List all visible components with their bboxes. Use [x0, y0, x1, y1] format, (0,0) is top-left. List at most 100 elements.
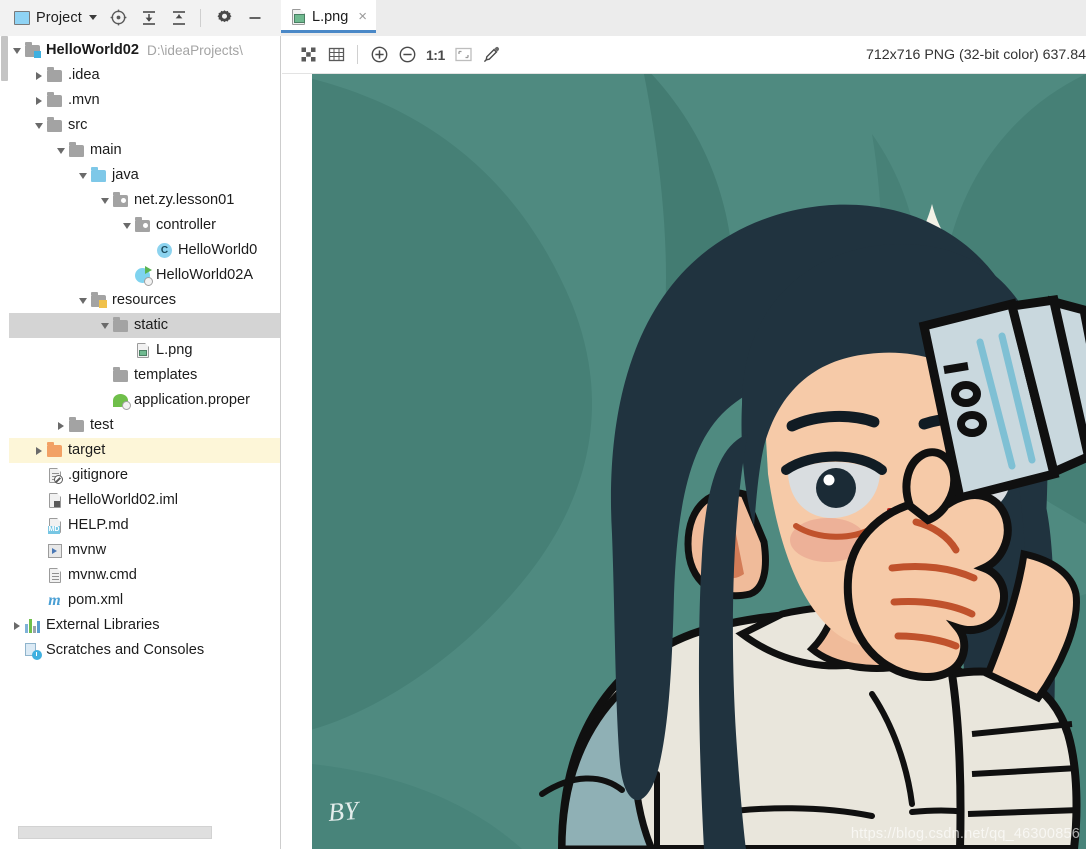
image-canvas[interactable]: BY https://blog.csdn.net/qq_46300856 [312, 74, 1086, 849]
fit-to-window-icon[interactable] [450, 41, 478, 69]
tree-node-target[interactable]: target [9, 438, 280, 463]
folder-icon [46, 63, 63, 88]
tree-node-gitignore[interactable]: .gitignore [9, 463, 280, 488]
chevron-right-icon[interactable] [9, 613, 24, 638]
tree-node-pom-xml[interactable]: m pom.xml [9, 588, 280, 613]
tree-node-label: templates [134, 367, 198, 383]
actual-size-icon[interactable]: 1:1 [421, 47, 450, 63]
tree-node-label: mvnw.cmd [68, 567, 137, 583]
project-label: Project [36, 9, 82, 26]
package-icon [112, 188, 129, 213]
tree-node-label: .mvn [68, 92, 100, 108]
scratches-icon [24, 638, 42, 663]
chevron-down-icon[interactable] [75, 288, 90, 313]
tree-node-label: target [68, 442, 106, 458]
tree-node-static[interactable]: static [9, 313, 280, 338]
tree-node-mvnw[interactable]: mvnw [9, 538, 280, 563]
chevron-down-icon[interactable] [97, 188, 112, 213]
project-panel-icon [14, 10, 30, 25]
tree-node-label: HELP.md [68, 517, 129, 533]
tree-node-helloworld02a[interactable]: HelloWorld02A [9, 263, 280, 288]
shell-script-icon [46, 538, 63, 563]
project-view-button[interactable]: Project [10, 6, 101, 30]
tree-node-scratches-and-consoles[interactable]: Scratches and Consoles [9, 638, 280, 663]
tree-node-controller[interactable]: controller [9, 213, 280, 238]
minimize-icon[interactable] [243, 6, 267, 30]
tree-node-l-png[interactable]: L.png [9, 338, 280, 363]
resources-folder-icon [90, 288, 107, 313]
tree-node-label: HelloWorld0 [178, 242, 258, 258]
project-toolbar: Project [0, 0, 281, 36]
folder-icon [112, 313, 129, 338]
toolbar-divider [199, 8, 201, 27]
tree-node-label: .gitignore [68, 467, 129, 483]
close-icon[interactable]: × [358, 9, 367, 24]
tree-node-label: static [134, 317, 169, 333]
pixel-grid-icon[interactable] [322, 41, 350, 69]
tab-label: L.png [312, 8, 349, 25]
folder-icon [112, 363, 129, 388]
project-tree-panel: HelloWorld02 D:\ideaProjects\ .idea .mvn src… [0, 36, 281, 849]
chevron-down-icon[interactable] [88, 15, 97, 20]
folder-icon [68, 413, 85, 438]
expand-all-icon[interactable] [137, 6, 161, 30]
tree-horizontal-scrollbar[interactable] [9, 826, 280, 844]
chevron-right-icon[interactable] [31, 88, 46, 113]
properties-file-icon [112, 388, 131, 413]
zoom-in-icon[interactable] [365, 41, 393, 69]
tree-horizontal-scrollbar-thumb[interactable] [18, 826, 212, 839]
source-folder-icon [90, 163, 107, 188]
text-file-icon [46, 563, 63, 588]
watermark-text: https://blog.csdn.net/qq_46300856 [850, 826, 1080, 842]
artist-signature: BY [326, 795, 360, 828]
zoom-out-icon[interactable] [393, 41, 421, 69]
settings-gear-icon[interactable] [213, 6, 237, 30]
tree-node-resources[interactable]: resources [9, 288, 280, 313]
top-toolbar: Project L.png × [0, 0, 1086, 36]
tree-node-label: Scratches and Consoles [46, 642, 205, 658]
tree-node-label: .idea [68, 67, 100, 83]
tree-node-label: java [112, 167, 139, 183]
markdown-file-icon: MD [46, 513, 63, 538]
tree-node-label: src [68, 117, 88, 133]
tree-node-templates[interactable]: templates [9, 363, 280, 388]
chevron-right-icon[interactable] [53, 413, 68, 438]
tree-node-label: External Libraries [46, 617, 160, 633]
locate-icon[interactable] [107, 6, 131, 30]
tree-node-label: controller [156, 217, 217, 233]
chevron-down-icon[interactable] [53, 138, 68, 163]
tree-node-label: main [90, 142, 122, 158]
tree-vertical-scrollbar-thumb[interactable] [1, 36, 8, 81]
collapse-all-icon[interactable] [167, 6, 191, 30]
tree-node-helloworld0[interactable]: C HelloWorld0 [9, 238, 280, 263]
tree-node-external-libraries[interactable]: External Libraries [9, 613, 280, 638]
chevron-down-icon[interactable] [119, 213, 134, 238]
tree-node-mvnw-cmd[interactable]: mvnw.cmd [9, 563, 280, 588]
image-editor-toolbar: 1:1 712x716 PNG (32-bit color) 637.84 [282, 36, 1086, 74]
tree-node-java[interactable]: java [9, 163, 280, 188]
tree-node-help-md[interactable]: MD HELP.md [9, 513, 280, 538]
tree-node-net-zy-lesson01[interactable]: net.zy.lesson01 [9, 188, 280, 213]
tree-vertical-scrollbar[interactable] [0, 36, 9, 827]
chevron-right-icon[interactable] [31, 63, 46, 88]
color-picker-icon[interactable] [478, 41, 506, 69]
transparency-grid-icon[interactable] [294, 41, 322, 69]
tree-node-test[interactable]: test [9, 413, 280, 438]
tree-node-mvn[interactable]: .mvn [9, 88, 280, 113]
tree-node-helloworld02[interactable]: HelloWorld02 D:\ideaProjects\ [9, 38, 280, 63]
idea-window: Project L.png × HelloWorld02 D:\ideaProj… [0, 0, 1086, 849]
chevron-down-icon[interactable] [31, 113, 46, 138]
tree-node-label: net.zy.lesson01 [134, 192, 235, 208]
chevron-down-icon[interactable] [97, 313, 112, 338]
tree-node-idea[interactable]: .idea [9, 63, 280, 88]
chevron-down-icon[interactable] [9, 38, 24, 63]
tree-node-helloworld02-iml[interactable]: HelloWorld02.iml [9, 488, 280, 513]
tree-node-application-proper[interactable]: application.proper [9, 388, 280, 413]
chevron-down-icon[interactable] [75, 163, 90, 188]
tree-node-main[interactable]: main [9, 138, 280, 163]
chevron-right-icon[interactable] [31, 438, 46, 463]
tree-node-src[interactable]: src [9, 113, 280, 138]
tree-node-label: test [90, 417, 114, 433]
tab-l-png[interactable]: L.png × [281, 0, 377, 33]
tree-node-label: HelloWorld02.iml [68, 492, 179, 508]
